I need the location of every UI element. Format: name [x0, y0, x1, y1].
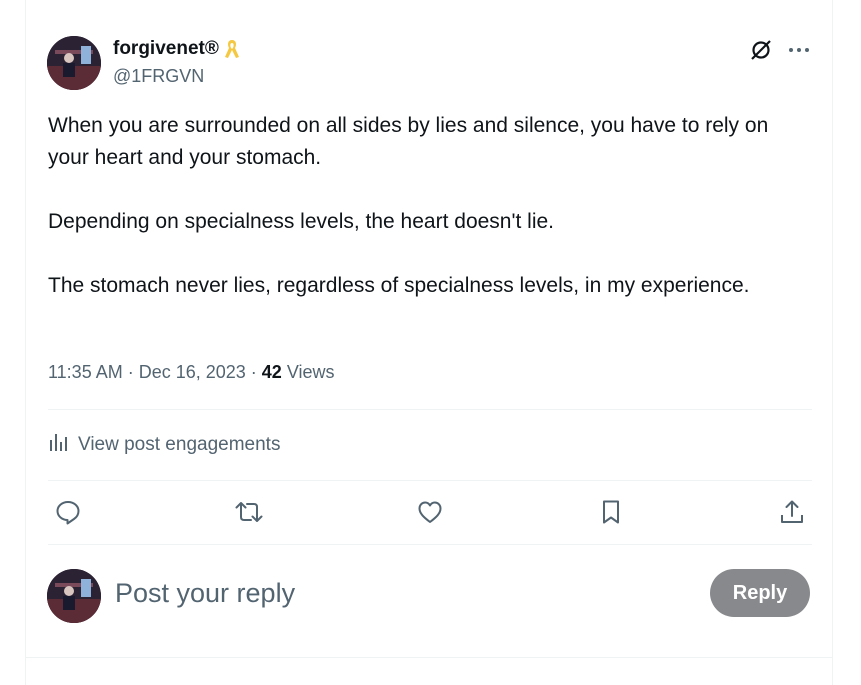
views-count: 42	[261, 362, 282, 382]
engagements-label: View post engagements	[78, 434, 281, 455]
divider	[48, 544, 812, 545]
author-avatar[interactable]	[47, 36, 101, 90]
divider	[48, 480, 812, 481]
repost-icon[interactable]	[229, 492, 269, 532]
more-options-icon[interactable]	[788, 39, 810, 61]
reply-icon[interactable]	[48, 492, 88, 532]
post-text: When you are surrounded on all sides by …	[48, 110, 808, 302]
divider	[48, 409, 812, 410]
analytics-icon	[48, 431, 70, 459]
view-engagements-link[interactable]: View post engagements	[48, 431, 280, 459]
reply-button[interactable]: Reply	[710, 569, 810, 617]
post-meta: 11:35 AM · Dec 16, 2023 · 42 Views	[48, 358, 335, 386]
post-paragraph: When you are surrounded on all sides by …	[48, 114, 769, 169]
share-icon[interactable]	[772, 492, 812, 532]
like-icon[interactable]	[410, 492, 450, 532]
user-avatar[interactable]	[47, 569, 101, 623]
grok-icon[interactable]	[748, 37, 774, 63]
views-label: Views	[281, 362, 335, 382]
author-handle[interactable]: @1FRGVN	[113, 64, 204, 88]
author-name-text: forgivenet®	[113, 38, 219, 59]
author-display-name[interactable]: forgivenet®	[113, 37, 243, 61]
post-action-bar	[48, 492, 812, 532]
awareness-ribbon-icon	[221, 37, 243, 61]
post-top-actions	[748, 37, 810, 63]
meta-separator: ·	[245, 362, 262, 382]
reply-input[interactable]: Post your reply	[115, 574, 295, 612]
meta-separator: ·	[122, 362, 139, 382]
post-paragraph: The stomach never lies, regardless of sp…	[48, 274, 750, 297]
post-time[interactable]: 11:35 AM	[48, 362, 123, 382]
divider	[25, 657, 833, 658]
bookmark-icon[interactable]	[591, 492, 631, 532]
post-date[interactable]: Dec 16, 2023	[139, 362, 246, 382]
post-paragraph: Depending on specialness levels, the hea…	[48, 210, 554, 233]
